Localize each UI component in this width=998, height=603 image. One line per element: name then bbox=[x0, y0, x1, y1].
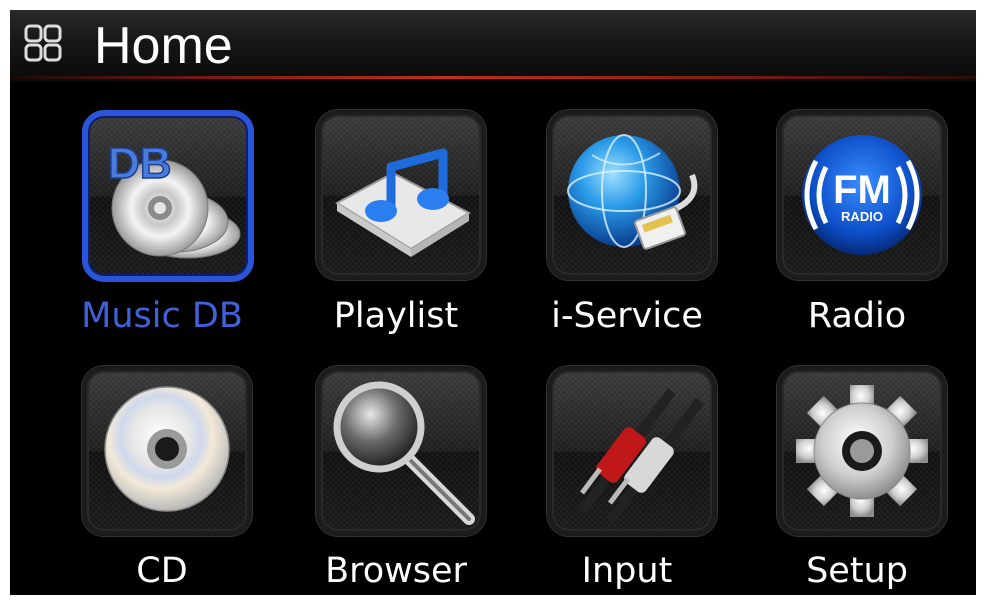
menu-item-i-service[interactable] bbox=[547, 110, 717, 280]
menu-item-music-db[interactable]: DB bbox=[82, 110, 254, 282]
music-db-icon: DB bbox=[107, 138, 241, 259]
radio-text: RADIO bbox=[841, 209, 883, 224]
label-music-db: Music DB bbox=[81, 296, 243, 336]
playlist-icon bbox=[335, 148, 472, 257]
label-playlist: Playlist bbox=[333, 296, 459, 336]
menu-item-cd-player-rip[interactable] bbox=[82, 366, 252, 536]
label-i-service: i-Service bbox=[551, 296, 703, 336]
gear-icon bbox=[796, 385, 928, 517]
menu-item-playlist[interactable] bbox=[316, 110, 486, 280]
grid-icon[interactable] bbox=[24, 24, 62, 62]
menu-item-radio[interactable]: FM RADIO bbox=[777, 110, 947, 280]
menu-item-setup[interactable] bbox=[777, 366, 947, 536]
magnifier-icon bbox=[333, 381, 475, 525]
home-screen: Home DB Music DB Playlist i-Service FM R… bbox=[10, 10, 976, 595]
db-label: DB bbox=[108, 139, 172, 188]
label-browser: Browser bbox=[325, 551, 467, 591]
globe-icon bbox=[567, 134, 698, 250]
rca-cables-icon bbox=[578, 388, 704, 524]
label-input: Input bbox=[581, 551, 673, 591]
fm-radio-icon: FM RADIO bbox=[802, 135, 922, 255]
cd-icon bbox=[104, 386, 230, 512]
page-title: Home bbox=[94, 17, 233, 75]
label-setup: Setup bbox=[806, 551, 908, 591]
menu-item-browser[interactable] bbox=[316, 366, 486, 536]
header-divider bbox=[10, 76, 976, 79]
label-radio: Radio bbox=[807, 296, 907, 336]
menu-item-input[interactable] bbox=[547, 366, 717, 536]
header-bar: Home bbox=[10, 10, 976, 82]
label-cd-player-rip: CD Player/Rip bbox=[74, 551, 251, 595]
fm-text: FM bbox=[833, 168, 891, 212]
